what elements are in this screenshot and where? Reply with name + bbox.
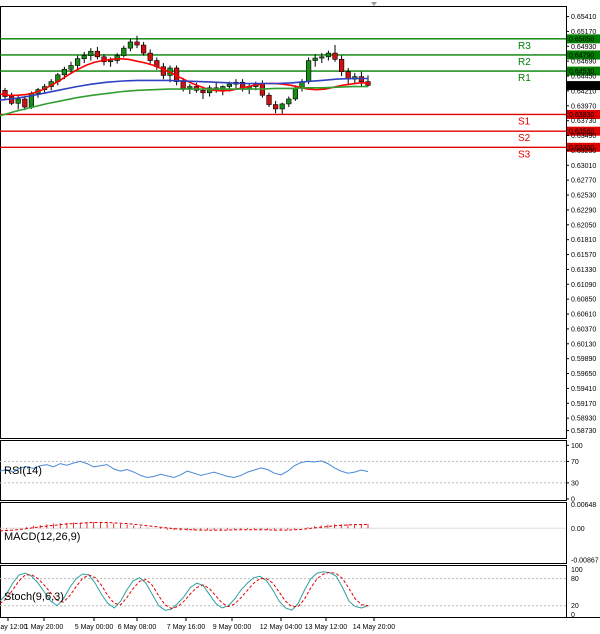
candle-bear [9, 96, 15, 104]
candle-bear [94, 50, 100, 58]
price-tick-label: 0.59410 [571, 386, 596, 393]
price-tick-label: 0.60850 [571, 297, 596, 304]
price-tick-label: 0.62530 [571, 193, 596, 200]
candle-bear [180, 81, 186, 89]
forex-chart: R30.65050R20.64790R10.64530S10.63830S20.… [0, 2, 600, 631]
level-name-r2: R2 [518, 57, 531, 68]
candle-bear [22, 98, 28, 108]
price-tick-label: 0.60130 [571, 341, 596, 348]
candle-bear [200, 89, 206, 94]
panel-frame-stoch [0, 565, 567, 618]
panel-frame-macd [0, 502, 567, 564]
price-tick-label: 0.65170 [571, 29, 596, 36]
x-tick-label: 13 May 12:00 [305, 624, 348, 631]
candle-bull [81, 55, 87, 59]
x-tick-label: 9 May 00:00 [213, 624, 252, 631]
price-tick-label: 0.60370 [571, 326, 596, 333]
price-tick-label: 0.59890 [571, 356, 596, 363]
candle-bear [272, 104, 279, 110]
candle-bull [108, 60, 114, 63]
x-tick-label: 14 May 20:00 [353, 624, 396, 631]
grid-lines [0, 460, 566, 607]
panel-frames [0, 6, 600, 618]
candle-bull [279, 103, 285, 110]
macd-label: MACD(12,26,9) [4, 531, 80, 543]
price-tick-label: 0.60610 [571, 312, 596, 319]
x-tick-label: 6 May 08:00 [118, 624, 157, 631]
level-name-s2: S2 [518, 133, 531, 144]
rsi-label: RSI(14) [4, 465, 42, 477]
price-tick-label: 0.64450 [571, 74, 596, 81]
candle-bull [319, 56, 325, 59]
price-tick-label: 0.63010 [571, 163, 596, 170]
x-tick-label: 7 May 16:00 [167, 624, 206, 631]
candle-bear [147, 52, 153, 61]
price-tick-label: 0.63250 [571, 148, 596, 155]
macd-tick-label: -0.00867 [571, 557, 599, 564]
macd-tick-label: 0.00648 [571, 502, 596, 509]
rsi-tick-label: 70 [571, 459, 579, 466]
candle-bull [226, 83, 233, 87]
candle-bull [292, 87, 299, 100]
candle-bull [305, 60, 312, 82]
candle-bear [266, 94, 272, 105]
macd-signal-line [0, 522, 369, 532]
stoch-label: Stoch(9,6,3) [4, 591, 64, 603]
stoch-tick-label: 0 [571, 612, 575, 619]
candle-bull [15, 98, 21, 104]
stoch-tick-label: 20 [571, 603, 579, 610]
level-name-s1: S1 [518, 116, 531, 127]
rsi-tick-label: 30 [571, 480, 579, 487]
candle-bear [338, 59, 345, 72]
price-tick-label: 0.59170 [571, 401, 596, 408]
price-tick-label: 0.64690 [571, 59, 596, 66]
candle-bull [187, 86, 193, 89]
candle-bull [325, 52, 332, 58]
price-tick-label: 0.58730 [571, 428, 596, 435]
price-tick-label: 0.62770 [571, 178, 596, 185]
price-tick-label: 0.64210 [571, 88, 596, 95]
macd-tick-label: 0.00 [571, 526, 585, 533]
x-tick-label: 1 May 20:00 [25, 624, 64, 631]
level-name-r1: R1 [518, 73, 531, 84]
price-tick-label: 0.61330 [571, 267, 596, 274]
price-tick-label: 0.61090 [571, 282, 596, 289]
candle-bear [332, 52, 338, 60]
candle-bull [127, 41, 134, 49]
price-tick-label: 0.65410 [571, 14, 596, 21]
price-tick-label: 0.63970 [571, 103, 596, 110]
price-tick-label: 0.59650 [571, 371, 596, 378]
price-tick-label: 0.61810 [571, 237, 596, 244]
candle-bull [68, 65, 74, 70]
price-tick-label: 0.62290 [571, 207, 596, 214]
x-tick-label: 12 May 04:00 [260, 624, 303, 631]
level-price-label: 0.65050 [569, 36, 594, 43]
x-tick-label: 2 May 12:00 [0, 624, 27, 631]
rsi-line [0, 460, 369, 479]
level-name-s3: S3 [518, 149, 531, 160]
candle-bull [312, 57, 318, 61]
candle-bull [88, 50, 94, 56]
shift-marker-icon [371, 2, 377, 6]
stoch-tick-label: 100 [571, 567, 583, 574]
price-tick-label: 0.64930 [571, 44, 596, 51]
candle-bear [141, 44, 147, 54]
candle-bull [121, 47, 127, 56]
price-tick-label: 0.61570 [571, 252, 596, 259]
candle-bull [286, 98, 292, 105]
candle-bull [61, 68, 67, 76]
x-tick-label: 5 May 00:00 [75, 624, 114, 631]
price-tick-label: 0.58930 [571, 416, 596, 423]
candle-bull [75, 58, 81, 66]
candle-bear [134, 41, 140, 46]
price-tick-label: 0.63730 [571, 118, 596, 125]
rsi-tick-label: 100 [571, 443, 583, 450]
panel-frame-rsi [0, 440, 567, 501]
price-tick-label: 0.63490 [571, 133, 596, 140]
stoch-tick-label: 80 [571, 576, 579, 583]
price-tick-label: 0.62050 [571, 222, 596, 229]
level-name-r3: R3 [518, 41, 531, 52]
